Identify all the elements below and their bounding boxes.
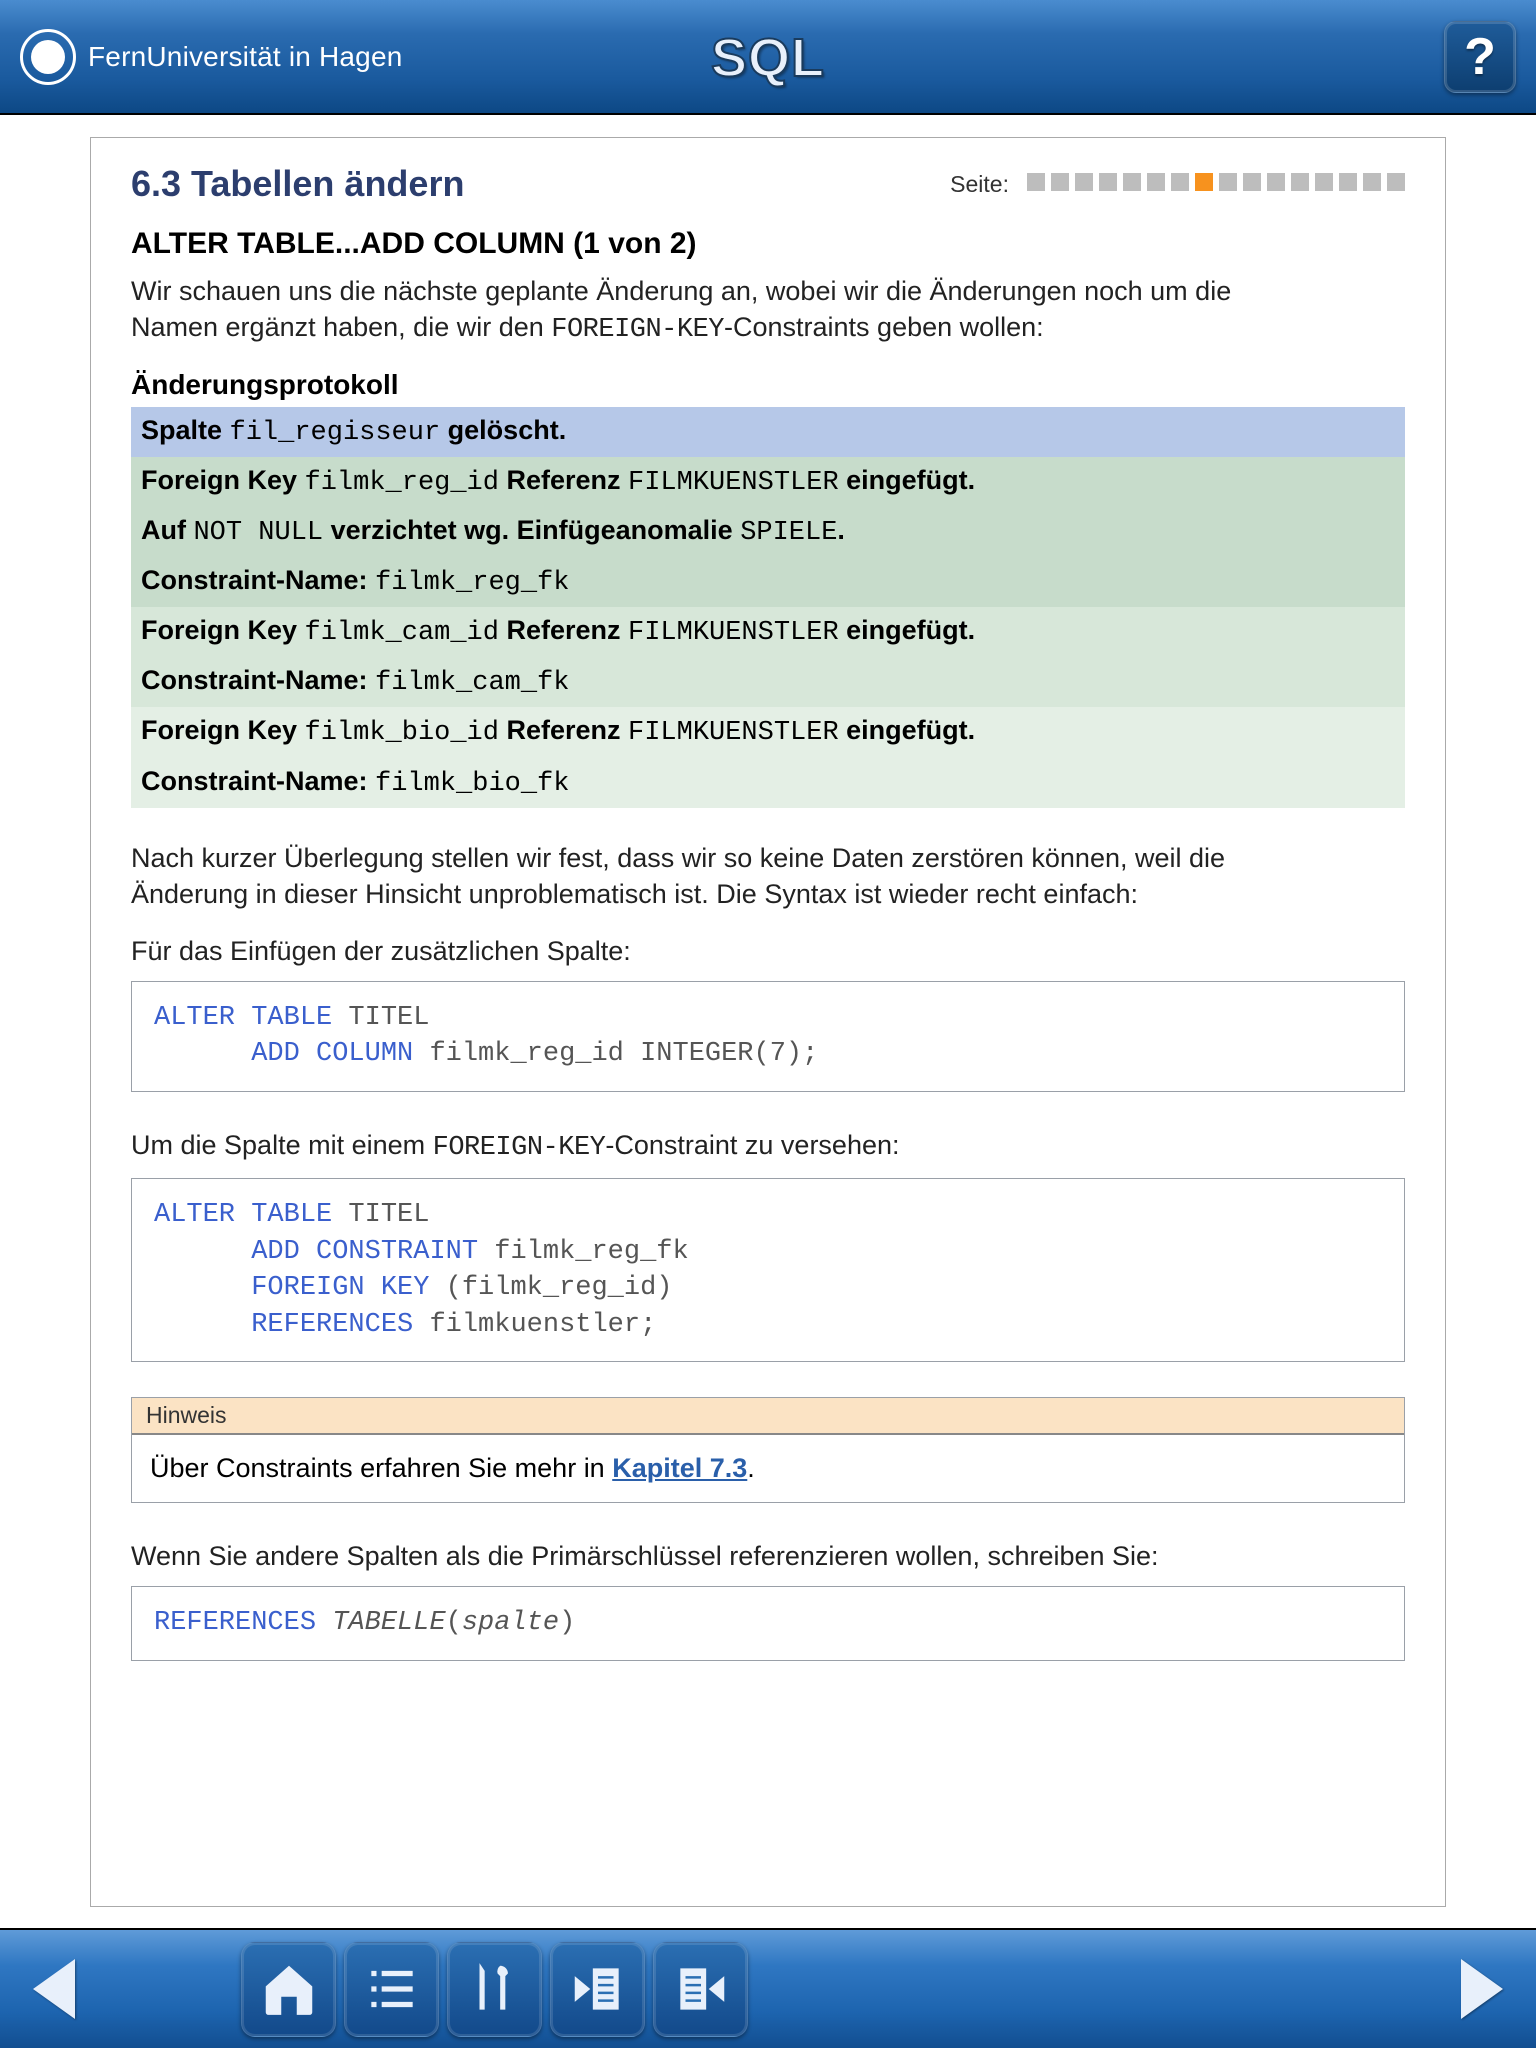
- code-block-1: ALTER TABLE TITEL ADD COLUMN filmk_reg_i…: [131, 981, 1405, 1092]
- pager-dot[interactable]: [1051, 173, 1069, 191]
- home-icon: [258, 1958, 320, 2020]
- pager-dot[interactable]: [1147, 173, 1165, 191]
- change-log-row: Constraint-Name: filmk_bio_fk: [131, 758, 1405, 808]
- next-button[interactable]: [1443, 1949, 1521, 2029]
- page-left-icon: [567, 1958, 629, 2020]
- tail-paragraph: Wenn Sie andere Spalten als die Primärsc…: [131, 1538, 1311, 1574]
- arrow-right-icon: [1461, 1959, 1503, 2019]
- pager-dot[interactable]: [1027, 173, 1045, 191]
- list-icon: [361, 1958, 423, 2020]
- pager-dot[interactable]: [1315, 173, 1333, 191]
- hint-label: Hinweis: [132, 1398, 1404, 1435]
- change-log-row: Constraint-Name: filmk_reg_fk: [131, 557, 1405, 607]
- brand-name: FernUniversität in Hagen: [88, 41, 403, 73]
- page-prev-button[interactable]: [550, 1942, 645, 2037]
- pager-dot[interactable]: [1363, 173, 1381, 191]
- brand-logo-icon: [20, 29, 76, 85]
- pager-dot[interactable]: [1171, 173, 1189, 191]
- prev-button[interactable]: [15, 1949, 93, 2029]
- arrow-left-icon: [33, 1959, 75, 2019]
- page-content: 6.3 Tabellen ändern Seite: ALTER TABLE..…: [90, 137, 1446, 1907]
- page-indicator: Seite:: [950, 171, 1405, 198]
- pager-dot[interactable]: [1387, 173, 1405, 191]
- home-button[interactable]: [241, 1942, 336, 2037]
- brand-area: FernUniversität in Hagen: [20, 29, 403, 85]
- page-next-button[interactable]: [653, 1942, 748, 2037]
- page-right-icon: [670, 1958, 732, 2020]
- inline-code: FOREIGN-KEY: [551, 315, 724, 345]
- section-number-title: 6.3 Tabellen ändern: [131, 163, 464, 205]
- code-block-3: REFERENCES TABELLE(spalte): [131, 1586, 1405, 1660]
- top-bar: FernUniversität in Hagen ?: [0, 0, 1536, 115]
- pager-dot[interactable]: [1075, 173, 1093, 191]
- intro-paragraph: Wir schauen uns die nächste geplante Änd…: [131, 273, 1311, 349]
- change-log-row: Auf NOT NULL verzichtet wg. Einfügeanoma…: [131, 507, 1405, 557]
- pager-dot[interactable]: [1243, 173, 1261, 191]
- code2-lead: Um die Spalte mit einem FOREIGN-KEY-Cons…: [131, 1127, 1311, 1166]
- hint-body: Über Constraints erfahren Sie mehr in Ka…: [132, 1435, 1404, 1502]
- change-log: Spalte fil_regisseur gelöscht.Foreign Ke…: [131, 407, 1405, 808]
- changes-heading: Änderungsprotokoll: [131, 369, 1405, 401]
- change-log-row: Foreign Key filmk_cam_id Referenz FILMKU…: [131, 607, 1405, 657]
- pager-dot[interactable]: [1339, 173, 1357, 191]
- toc-button[interactable]: [344, 1942, 439, 2037]
- pager-dot[interactable]: [1219, 173, 1237, 191]
- inline-code: FOREIGN-KEY: [433, 1133, 606, 1163]
- section-title: ALTER TABLE...ADD COLUMN (1 von 2): [131, 227, 1405, 261]
- help-icon: ?: [1464, 27, 1496, 87]
- pager-dot[interactable]: [1267, 173, 1285, 191]
- change-log-row: Constraint-Name: filmk_cam_fk: [131, 657, 1405, 707]
- change-log-row: Foreign Key filmk_bio_id Referenz FILMKU…: [131, 707, 1405, 757]
- pager-dot[interactable]: [1123, 173, 1141, 191]
- help-button[interactable]: ?: [1444, 21, 1516, 93]
- hint-link[interactable]: Kapitel 7.3: [612, 1453, 747, 1483]
- hint-box: Hinweis Über Constraints erfahren Sie me…: [131, 1397, 1405, 1503]
- change-log-row: Foreign Key filmk_reg_id Referenz FILMKU…: [131, 457, 1405, 507]
- mid-paragraph: Nach kurzer Überlegung stellen wir fest,…: [131, 840, 1311, 913]
- pager-dot[interactable]: [1099, 173, 1117, 191]
- bottom-bar: [0, 1928, 1536, 2048]
- code-block-2: ALTER TABLE TITEL ADD CONSTRAINT filmk_r…: [131, 1178, 1405, 1362]
- pager-dot[interactable]: [1291, 173, 1309, 191]
- tools-button[interactable]: [447, 1942, 542, 2037]
- pager-dot[interactable]: [1195, 173, 1213, 191]
- page-indicator-label: Seite:: [950, 171, 1009, 198]
- code1-lead: Für das Einfügen der zusätzlichen Spalte…: [131, 933, 1311, 969]
- change-log-row: Spalte fil_regisseur gelöscht.: [131, 407, 1405, 457]
- tools-icon: [464, 1958, 526, 2020]
